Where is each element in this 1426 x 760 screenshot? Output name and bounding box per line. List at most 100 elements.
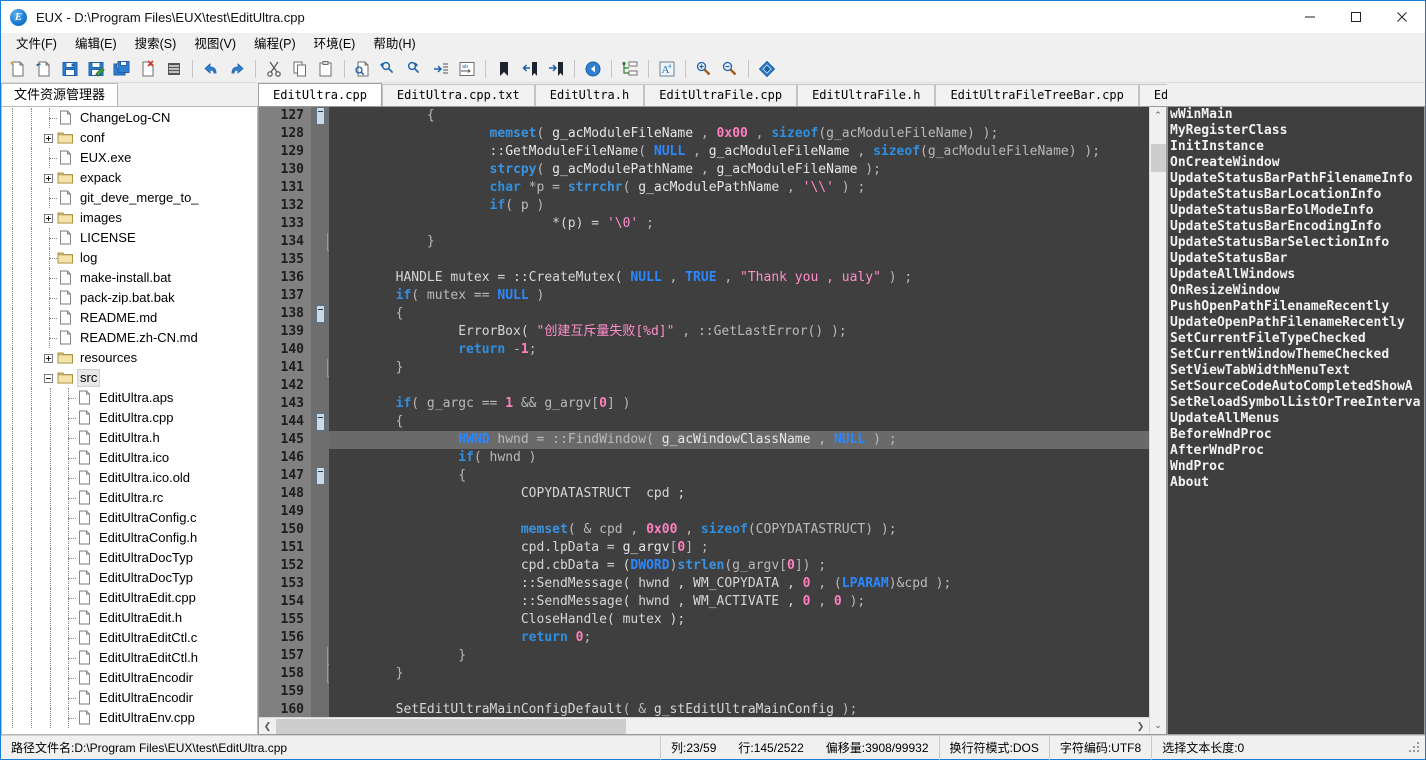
- code-line[interactable]: if( mutex == NULL ): [329, 287, 1149, 305]
- code-line[interactable]: memset( g_acModuleFileName , 0x00 , size…: [329, 125, 1149, 143]
- tree-item-editultra-aps[interactable]: EditUltra.aps: [2, 388, 257, 408]
- list-icon[interactable]: [162, 57, 186, 81]
- v-scroll-thumb[interactable]: [1151, 144, 1166, 172]
- fold-marker[interactable]: [311, 215, 329, 233]
- fold-marker[interactable]: [311, 107, 329, 125]
- tree-item-pack-zip-bat-bak[interactable]: pack-zip.bat.bak: [2, 288, 257, 308]
- tree-item-editultra-cpp[interactable]: EditUltra.cpp: [2, 408, 257, 428]
- scroll-down-icon[interactable]: ⌄: [1150, 717, 1167, 734]
- code-line[interactable]: ::SendMessage( hwnd , WM_ACTIVATE , 0 , …: [329, 593, 1149, 611]
- fold-marker[interactable]: [311, 575, 329, 593]
- symbol-item-setviewtabwidthmenutext[interactable]: SetViewTabWidthMenuText: [1170, 363, 1424, 379]
- editor-tab-editultrafiletreebar-h[interactable]: EditUltraFileTreeBar.h: [1139, 84, 1167, 106]
- symbol-item-setreloadsymbollistortreeinterva[interactable]: SetReloadSymbolListOrTreeInterva: [1170, 395, 1424, 411]
- tree-item-license[interactable]: LICENSE: [2, 228, 257, 248]
- symbol-item-updatestatusbarencodinginfo[interactable]: UpdateStatusBarEncodingInfo: [1170, 219, 1424, 235]
- code-line[interactable]: ::GetModuleFileName( NULL , g_acModuleFi…: [329, 143, 1149, 161]
- scroll-right-icon[interactable]: ❯: [1132, 718, 1149, 735]
- back-icon[interactable]: [581, 57, 605, 81]
- code-line[interactable]: *(p) = '\0' ;: [329, 215, 1149, 233]
- about-icon[interactable]: [755, 57, 779, 81]
- tree-item-editultra-ico[interactable]: EditUltra.ico: [2, 448, 257, 468]
- tree-item-editultraencodir[interactable]: EditUltraEncodir: [2, 688, 257, 708]
- fold-marker[interactable]: [311, 467, 329, 485]
- fold-marker[interactable]: [311, 323, 329, 341]
- menu-item-1[interactable]: 编辑(E): [66, 33, 126, 55]
- redo-icon[interactable]: [225, 57, 249, 81]
- symbol-item-updatestatusbarpathfilenameinfo[interactable]: UpdateStatusBarPathFilenameInfo: [1170, 171, 1424, 187]
- symbol-item-setcurrentwindowthemechecked[interactable]: SetCurrentWindowThemeChecked: [1170, 347, 1424, 363]
- symbol-item-setcurrentfiletypechecked[interactable]: SetCurrentFileTypeChecked: [1170, 331, 1424, 347]
- menu-item-0[interactable]: 文件(F): [7, 33, 66, 55]
- fold-marker[interactable]: [311, 287, 329, 305]
- fold-marker[interactable]: [311, 503, 329, 521]
- tree-item-editultraencodir[interactable]: EditUltraEncodir: [2, 668, 257, 688]
- fold-collapse-icon[interactable]: [316, 107, 325, 125]
- find-next-icon[interactable]: [403, 57, 427, 81]
- fold-marker[interactable]: [311, 161, 329, 179]
- code-line[interactable]: return 0;: [329, 629, 1149, 647]
- fold-marker[interactable]: [311, 593, 329, 611]
- fold-marker[interactable]: [311, 179, 329, 197]
- symbol-item-updateallmenus[interactable]: UpdateAllMenus: [1170, 411, 1424, 427]
- tree-item-editultradoctyp[interactable]: EditUltraDocTyp: [2, 568, 257, 588]
- code-line[interactable]: if( g_argc == 1 && g_argv[0] ): [329, 395, 1149, 413]
- zoom-in-icon[interactable]: [692, 57, 716, 81]
- cut-icon[interactable]: [262, 57, 286, 81]
- tab-file-explorer[interactable]: 文件资源管理器: [1, 83, 118, 106]
- zoom-out-icon[interactable]: [718, 57, 742, 81]
- fold-collapse-icon[interactable]: [316, 467, 325, 485]
- symbol-item-updatestatusbarselectioninfo[interactable]: UpdateStatusBarSelectionInfo: [1170, 235, 1424, 251]
- code-line[interactable]: cpd.cbData = (DWORD)strlen(g_argv[0]) ;: [329, 557, 1149, 575]
- menu-item-2[interactable]: 搜索(S): [126, 33, 186, 55]
- code-text[interactable]: { memset( g_acModuleFileName , 0x00 , si…: [329, 107, 1149, 717]
- fold-marker[interactable]: [311, 377, 329, 395]
- expand-icon[interactable]: [40, 128, 57, 148]
- fold-collapse-icon[interactable]: [316, 305, 325, 323]
- save-all-icon[interactable]: [110, 57, 134, 81]
- tree-item-editultra-rc[interactable]: EditUltra.rc: [2, 488, 257, 508]
- code-line[interactable]: ErrorBox( "创建互斥量失败[%d]" , ::GetLastError…: [329, 323, 1149, 341]
- code-line[interactable]: ::SendMessage( hwnd , WM_COPYDATA , 0 , …: [329, 575, 1149, 593]
- code-line[interactable]: }: [329, 647, 1149, 665]
- code-line[interactable]: {: [329, 467, 1149, 485]
- save-icon[interactable]: [58, 57, 82, 81]
- tree-item-editultraeditctl-h[interactable]: EditUltraEditCtl.h: [2, 648, 257, 668]
- code-line[interactable]: return -1;: [329, 341, 1149, 359]
- symbol-item-myregisterclass[interactable]: MyRegisterClass: [1170, 123, 1424, 139]
- symbol-item-wwinmain[interactable]: wWinMain: [1170, 107, 1424, 123]
- expand-icon[interactable]: [40, 208, 57, 228]
- code-folding-column[interactable]: [311, 107, 329, 717]
- tree-item-editultra-h[interactable]: EditUltra.h: [2, 428, 257, 448]
- menu-item-6[interactable]: 帮助(H): [364, 33, 424, 55]
- goto-line-icon[interactable]: [429, 57, 453, 81]
- code-area[interactable]: 1271281291301311321331341351361371381391…: [259, 107, 1149, 734]
- symbol-item-oncreatewindow[interactable]: OnCreateWindow: [1170, 155, 1424, 171]
- tree-item-editultraedit-cpp[interactable]: EditUltraEdit.cpp: [2, 588, 257, 608]
- code-line[interactable]: {: [329, 305, 1149, 323]
- tree-item-expack[interactable]: expack: [2, 168, 257, 188]
- fold-marker[interactable]: [311, 449, 329, 467]
- fold-marker[interactable]: [311, 431, 329, 449]
- fold-marker[interactable]: [311, 359, 329, 377]
- symbol-item-wndproc[interactable]: WndProc: [1170, 459, 1424, 475]
- menu-item-3[interactable]: 视图(V): [185, 33, 245, 55]
- tree-item-editultra-ico-old[interactable]: EditUltra.ico.old: [2, 468, 257, 488]
- file-tree[interactable]: ChangeLog-CNconfEUX.exeexpackgit_deve_me…: [1, 106, 258, 735]
- tree-item-resources[interactable]: resources: [2, 348, 257, 368]
- editor-vertical-scrollbar[interactable]: ⌃ ⌄: [1149, 107, 1166, 734]
- symbol-item-updatestatusbareolmodeinfo[interactable]: UpdateStatusBarEolModeInfo: [1170, 203, 1424, 219]
- fold-marker[interactable]: [311, 233, 329, 251]
- expand-icon[interactable]: [40, 168, 57, 188]
- fold-collapse-icon[interactable]: [316, 413, 325, 431]
- symbol-item-setsourcecodeautocompletedshowa[interactable]: SetSourceCodeAutoCompletedShowA: [1170, 379, 1424, 395]
- find-icon[interactable]: [351, 57, 375, 81]
- fold-marker[interactable]: [311, 557, 329, 575]
- bookmark-previous-icon[interactable]: [518, 57, 542, 81]
- symbol-item-updatestatusbar[interactable]: UpdateStatusBar: [1170, 251, 1424, 267]
- code-line[interactable]: if( hwnd ): [329, 449, 1149, 467]
- resize-grip-icon[interactable]: [1408, 741, 1422, 755]
- fold-marker[interactable]: [311, 197, 329, 215]
- symbol-item-onresizewindow[interactable]: OnResizeWindow: [1170, 283, 1424, 299]
- maximize-icon[interactable]: [1333, 1, 1379, 33]
